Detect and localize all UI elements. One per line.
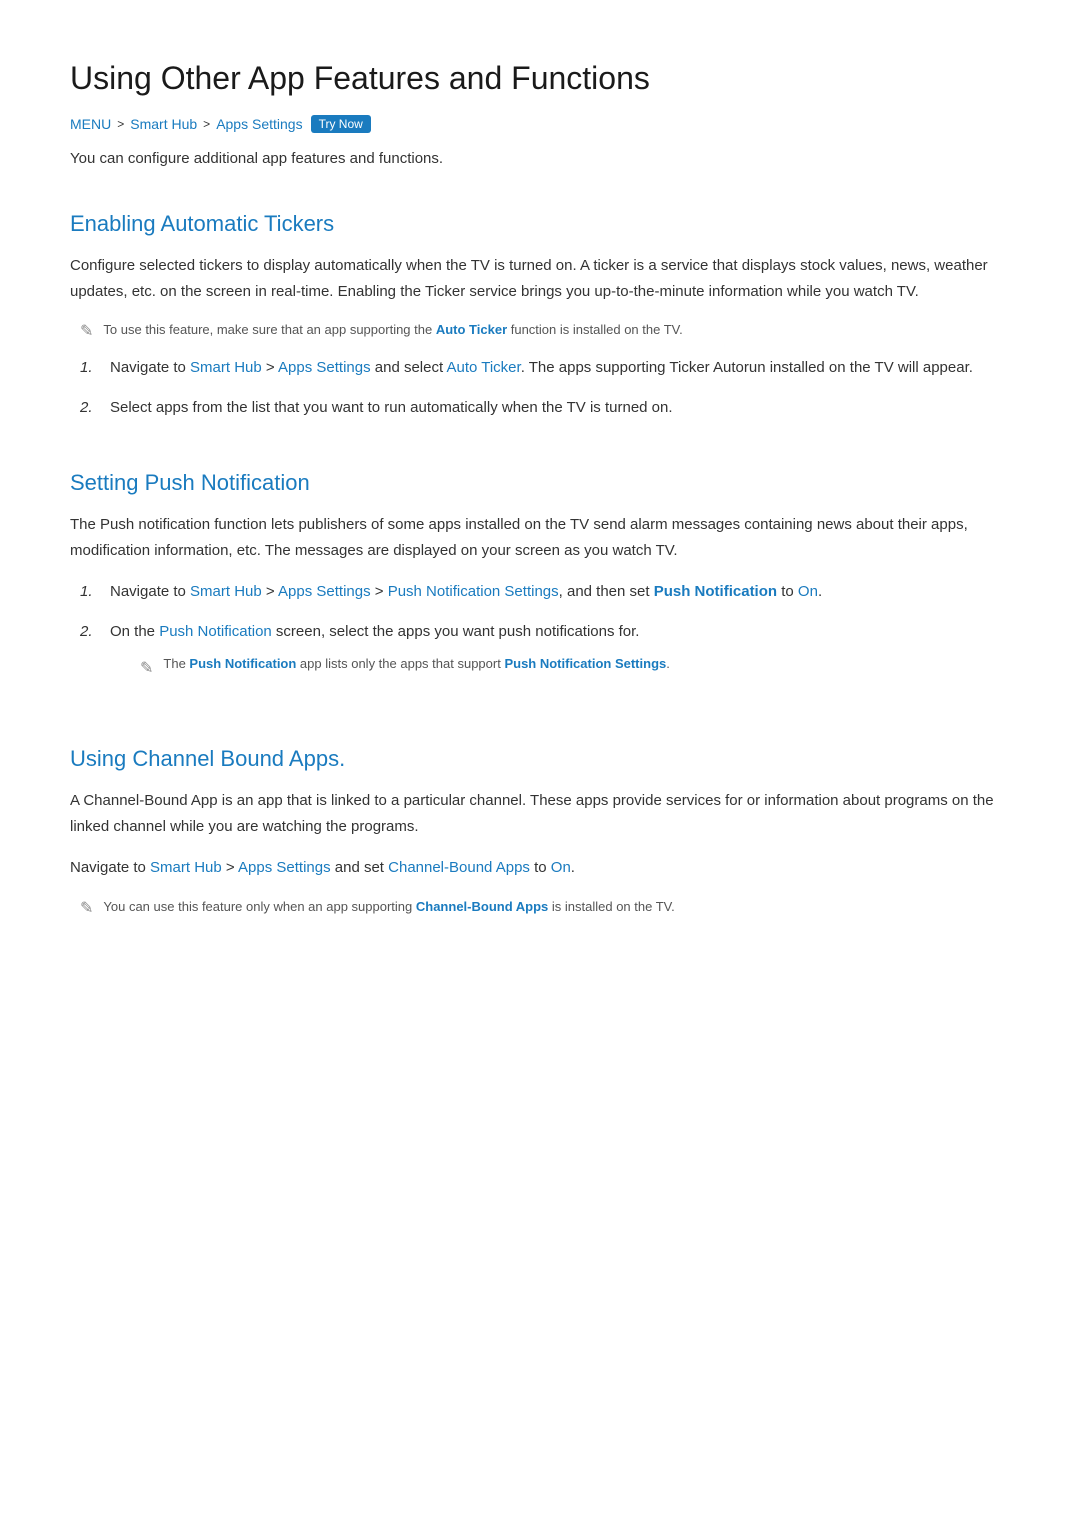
section-enabling-tickers: Enabling Automatic Tickers Configure sel… <box>70 211 1010 420</box>
intro-text: You can configure additional app feature… <box>70 147 1010 171</box>
push-step1-prefix: Navigate to <box>110 583 190 600</box>
page-container: Using Other App Features and Functions M… <box>0 0 1080 1038</box>
note-icon-push-sub: ✎ <box>140 655 153 682</box>
section-desc-channel: A Channel-Bound App is an app that is li… <box>70 788 1010 839</box>
tickers-note-link[interactable]: Auto Ticker <box>436 322 507 337</box>
push-step1-link2[interactable]: Apps Settings <box>278 583 371 600</box>
tickers-step1-suffix: . The apps supporting Ticker Autorun ins… <box>521 359 973 376</box>
channel-note-text: You can use this feature only when an ap… <box>103 897 674 918</box>
try-now-badge[interactable]: Try Now <box>311 115 371 133</box>
tickers-step1-link2[interactable]: Apps Settings <box>278 359 371 376</box>
push-step1-sep2: > <box>371 583 388 600</box>
push-sub-link1[interactable]: Push Notification <box>189 656 296 671</box>
channel-nav-link4[interactable]: On <box>551 859 571 876</box>
push-sub-period: . <box>666 656 670 671</box>
breadcrumb-sep1: > <box>117 117 124 131</box>
tickers-step1-sep1: > <box>262 359 278 376</box>
push-sub-mid: app lists only the apps that support <box>296 656 504 671</box>
breadcrumb-menu[interactable]: MENU <box>70 116 111 132</box>
tickers-note-suffix: function is installed on the TV. <box>507 322 683 337</box>
note-icon-tickers: ✎ <box>80 321 93 341</box>
channel-note: ✎ You can use this feature only when an … <box>80 897 1010 918</box>
channel-nav-period: . <box>571 859 575 876</box>
section-title-tickers: Enabling Automatic Tickers <box>70 211 1010 237</box>
tickers-step1-link3[interactable]: Auto Ticker <box>446 359 520 376</box>
push-step-1: 1. Navigate to Smart Hub > Apps Settings… <box>80 579 1010 605</box>
note-icon-channel: ✎ <box>80 898 93 918</box>
channel-nav-sep: > <box>222 859 238 876</box>
push-sub-note: ✎ The Push Notification app lists only t… <box>140 654 1010 682</box>
section-channel-bound: Using Channel Bound Apps. A Channel-Boun… <box>70 746 1010 918</box>
section-push-notification: Setting Push Notification The Push notif… <box>70 470 1010 696</box>
push-step1-suffix: to <box>777 583 798 600</box>
channel-nav-link1[interactable]: Smart Hub <box>150 859 222 876</box>
channel-note-prefix: You can use this feature only when an ap… <box>103 899 415 914</box>
push-step1-number: 1. <box>80 579 96 605</box>
push-step1-mid: , and then set <box>559 583 654 600</box>
push-step-2: 2. On the Push Notification screen, sele… <box>80 619 1010 697</box>
channel-nav-suffix: to <box>530 859 551 876</box>
section-title-channel: Using Channel Bound Apps. <box>70 746 1010 772</box>
channel-nav-text: Navigate to Smart Hub > Apps Settings an… <box>70 855 1010 881</box>
tickers-step-2: 2. Select apps from the list that you wa… <box>80 395 1010 421</box>
channel-nav-link2[interactable]: Apps Settings <box>238 859 331 876</box>
push-steps: 1. Navigate to Smart Hub > Apps Settings… <box>80 579 1010 696</box>
channel-nav-mid: and set <box>331 859 389 876</box>
tickers-step1-prefix: Navigate to <box>110 359 190 376</box>
tickers-step1-content: Navigate to Smart Hub > Apps Settings an… <box>110 355 1010 381</box>
channel-note-link[interactable]: Channel-Bound Apps <box>416 899 548 914</box>
push-step1-link3[interactable]: Push Notification Settings <box>388 583 559 600</box>
breadcrumb-apps-settings[interactable]: Apps Settings <box>216 116 302 132</box>
breadcrumb-smarthub[interactable]: Smart Hub <box>130 116 197 132</box>
push-step2-content: On the Push Notification screen, select … <box>110 619 1010 697</box>
push-step1-period: . <box>818 583 822 600</box>
push-sub-link2[interactable]: Push Notification Settings <box>504 656 666 671</box>
push-step1-link5[interactable]: On <box>798 583 818 600</box>
push-step1-content: Navigate to Smart Hub > Apps Settings > … <box>110 579 1010 605</box>
tickers-note: ✎ To use this feature, make sure that an… <box>80 320 1010 341</box>
section-desc-tickers: Configure selected tickers to display au… <box>70 253 1010 304</box>
push-step2-number: 2. <box>80 619 96 645</box>
tickers-steps: 1. Navigate to Smart Hub > Apps Settings… <box>80 355 1010 420</box>
tickers-step2-content: Select apps from the list that you want … <box>110 395 1010 421</box>
section-desc-push: The Push notification function lets publ… <box>70 512 1010 563</box>
push-step1-sep1: > <box>262 583 278 600</box>
tickers-step2-number: 2. <box>80 395 96 421</box>
channel-note-suffix: is installed on the TV. <box>548 899 674 914</box>
push-step2-prefix: On the <box>110 623 159 640</box>
push-step1-link1[interactable]: Smart Hub <box>190 583 262 600</box>
push-sub-prefix: The <box>163 656 189 671</box>
page-title: Using Other App Features and Functions <box>70 60 1010 97</box>
section-title-push: Setting Push Notification <box>70 470 1010 496</box>
push-sub-note-text: The Push Notification app lists only the… <box>163 654 669 675</box>
push-step1-link4[interactable]: Push Notification <box>654 583 777 600</box>
tickers-note-text: To use this feature, make sure that an a… <box>103 320 682 341</box>
channel-nav-link3[interactable]: Channel-Bound Apps <box>388 859 530 876</box>
tickers-note-prefix: To use this feature, make sure that an a… <box>103 322 435 337</box>
breadcrumb-sep2: > <box>203 117 210 131</box>
channel-nav-prefix: Navigate to <box>70 859 150 876</box>
tickers-step-1: 1. Navigate to Smart Hub > Apps Settings… <box>80 355 1010 381</box>
breadcrumb: MENU > Smart Hub > Apps Settings Try Now <box>70 115 1010 133</box>
push-step2-link1[interactable]: Push Notification <box>159 623 272 640</box>
push-step2-suffix: screen, select the apps you want push no… <box>272 623 640 640</box>
tickers-step1-link1[interactable]: Smart Hub <box>190 359 262 376</box>
tickers-step1-number: 1. <box>80 355 96 381</box>
tickers-step1-mid: and select <box>371 359 447 376</box>
